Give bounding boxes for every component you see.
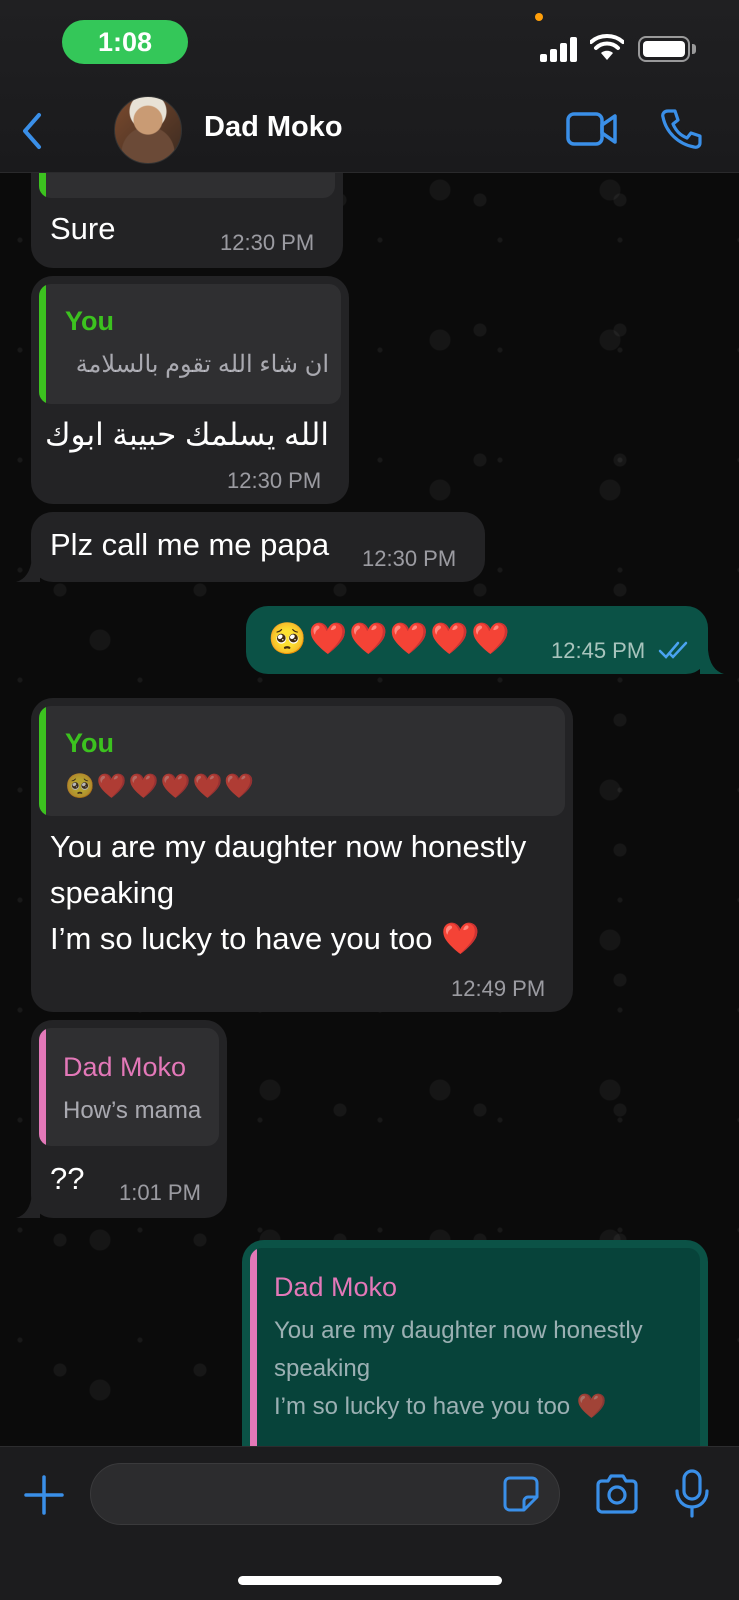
quoted-message[interactable]: You 🥺❤️❤️❤️❤️❤️ bbox=[39, 706, 565, 816]
message-list[interactable]: Sure 12:30 PM You ان شاء الله تقوم بالسل… bbox=[0, 0, 739, 1600]
message-timestamp: 12:30 PM bbox=[227, 468, 322, 493]
sticker-icon[interactable] bbox=[502, 1475, 540, 1513]
quote-text: How’s mama bbox=[63, 1097, 202, 1124]
status-bar: 1:08 bbox=[0, 0, 739, 88]
quote-text-line: I’m so lucky to have you too ❤️ bbox=[274, 1393, 607, 1420]
message-text-line: speaking bbox=[50, 875, 175, 910]
microphone-icon[interactable] bbox=[674, 1469, 710, 1519]
message-text-line: I’m so lucky to have you too ❤️ bbox=[50, 921, 480, 956]
quote-author: Dad Moko bbox=[274, 1272, 398, 1302]
quote-text-line: You are my daughter now honestly bbox=[274, 1317, 643, 1344]
message-text: 🥺❤️❤️❤️❤️❤️ bbox=[268, 621, 512, 656]
quote-author: You bbox=[65, 306, 114, 336]
message-text: الله يسلمك حبيبة ابوك bbox=[44, 417, 329, 452]
message-text: Sure bbox=[50, 211, 116, 246]
phone-call-icon[interactable] bbox=[660, 108, 702, 150]
message-text: ?? bbox=[50, 1161, 85, 1196]
contact-name[interactable]: Dad Moko bbox=[204, 111, 343, 144]
bubble-tail bbox=[16, 1194, 40, 1218]
message-outgoing[interactable]: 🥺❤️❤️❤️❤️❤️ 12:45 PM bbox=[246, 606, 708, 674]
wifi-icon bbox=[590, 34, 624, 60]
message-outgoing[interactable]: Dad Moko You are my daughter now honestl… bbox=[242, 1240, 708, 1480]
read-receipt-icon bbox=[658, 641, 688, 659]
quote-author: Dad Moko bbox=[63, 1052, 187, 1082]
quote-text: 🥺❤️❤️❤️❤️❤️ bbox=[65, 773, 257, 800]
chevron-left-icon bbox=[23, 113, 41, 149]
video-call-icon[interactable] bbox=[566, 110, 618, 148]
privacy-indicator-dot bbox=[535, 13, 543, 21]
message-timestamp: 12:30 PM bbox=[220, 230, 315, 255]
message-incoming[interactable]: Dad Moko How’s mama ?? 1:01 PM bbox=[31, 1020, 227, 1218]
back-button[interactable] bbox=[12, 106, 52, 156]
message-input[interactable] bbox=[90, 1463, 560, 1525]
message-text: Plz call me me papa bbox=[50, 527, 330, 562]
bubble-tail bbox=[16, 558, 40, 582]
message-incoming[interactable]: You ان شاء الله تقوم بالسلامة الله يسلمك… bbox=[31, 276, 349, 504]
quote-author: You bbox=[65, 728, 114, 758]
status-time[interactable]: 1:08 bbox=[62, 20, 188, 64]
plus-icon[interactable] bbox=[22, 1473, 66, 1517]
quoted-message[interactable]: You ان شاء الله تقوم بالسلامة bbox=[39, 284, 341, 404]
quote-text-line: speaking bbox=[274, 1355, 371, 1382]
bubble-tail bbox=[700, 650, 724, 674]
camera-icon[interactable] bbox=[594, 1473, 640, 1515]
message-incoming[interactable]: Plz call me me papa 12:30 PM bbox=[31, 512, 485, 582]
battery-icon bbox=[638, 36, 690, 62]
message-text-line: You are my daughter now honestly bbox=[50, 829, 527, 864]
quote-text: ان شاء الله تقوم بالسلامة bbox=[75, 351, 329, 378]
message-timestamp: 12:45 PM bbox=[551, 638, 646, 663]
contact-avatar[interactable] bbox=[114, 96, 182, 164]
quoted-message[interactable]: Dad Moko How’s mama bbox=[39, 1028, 219, 1146]
quoted-message[interactable]: Dad Moko You are my daughter now honestl… bbox=[250, 1248, 700, 1478]
message-timestamp: 12:30 PM bbox=[362, 546, 457, 571]
message-timestamp: 12:49 PM bbox=[451, 976, 546, 1001]
home-indicator[interactable] bbox=[238, 1576, 502, 1585]
message-timestamp: 1:01 PM bbox=[119, 1180, 201, 1205]
message-incoming[interactable]: You 🥺❤️❤️❤️❤️❤️ You are my daughter now … bbox=[31, 698, 573, 1012]
cellular-signal-icon bbox=[540, 36, 578, 62]
battery-nub bbox=[692, 44, 696, 54]
